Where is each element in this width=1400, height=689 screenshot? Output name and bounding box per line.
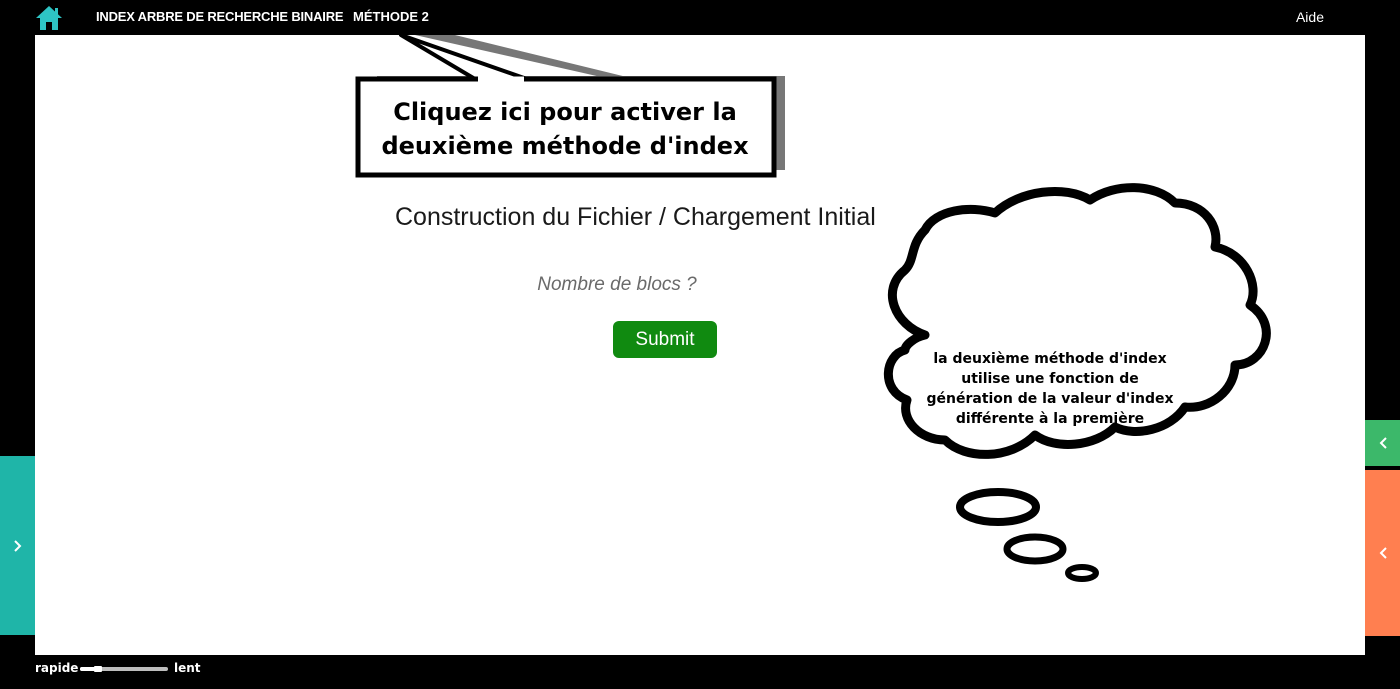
chevron-left-icon [1379, 547, 1387, 559]
app-frame: INDEX ARBRE DE RECHERCHE BINAIRE MÉTHODE… [0, 0, 1400, 689]
cloud-line-2: utilise une fonction de [961, 371, 1139, 387]
help-link[interactable]: Aide [1296, 9, 1324, 25]
speed-slow-label: lent [174, 661, 201, 675]
cloud-line-4: différente à la première [955, 411, 1145, 427]
thought-bubble-medium [1003, 533, 1067, 565]
chevron-left-icon [1379, 437, 1387, 449]
previous-step-button[interactable] [1365, 420, 1400, 466]
back-button[interactable] [1365, 470, 1400, 636]
cloud-text: la deuxième méthode d'index utilise une … [910, 349, 1190, 429]
thought-bubble-large [956, 488, 1040, 526]
method-2-tab[interactable]: MÉTHODE 2 [353, 9, 429, 24]
home-icon [36, 6, 62, 30]
callout-text: Cliquez ici pour activer la deuxième mét… [365, 95, 765, 163]
callout-line-1: Cliquez ici pour activer la [393, 98, 737, 126]
cloud-line-3: génération de la valeur d'index [926, 391, 1174, 407]
app-title: INDEX ARBRE DE RECHERCHE BINAIRE [96, 9, 344, 24]
chevron-right-icon [13, 539, 21, 552]
top-bar: INDEX ARBRE DE RECHERCHE BINAIRE MÉTHODE… [0, 0, 1400, 34]
speed-slider[interactable] [80, 666, 168, 672]
main-panel: Construction du Fichier / Chargement Ini… [35, 35, 1365, 655]
cloud-line-1: la deuxième méthode d'index [933, 351, 1167, 367]
speed-fast-label: rapide [35, 661, 79, 675]
home-button[interactable] [34, 4, 64, 32]
speed-slider-handle[interactable] [94, 666, 102, 672]
next-step-button[interactable] [0, 456, 35, 635]
thought-bubble-small [1065, 564, 1099, 582]
callout-line-2: deuxième méthode d'index [381, 132, 749, 160]
